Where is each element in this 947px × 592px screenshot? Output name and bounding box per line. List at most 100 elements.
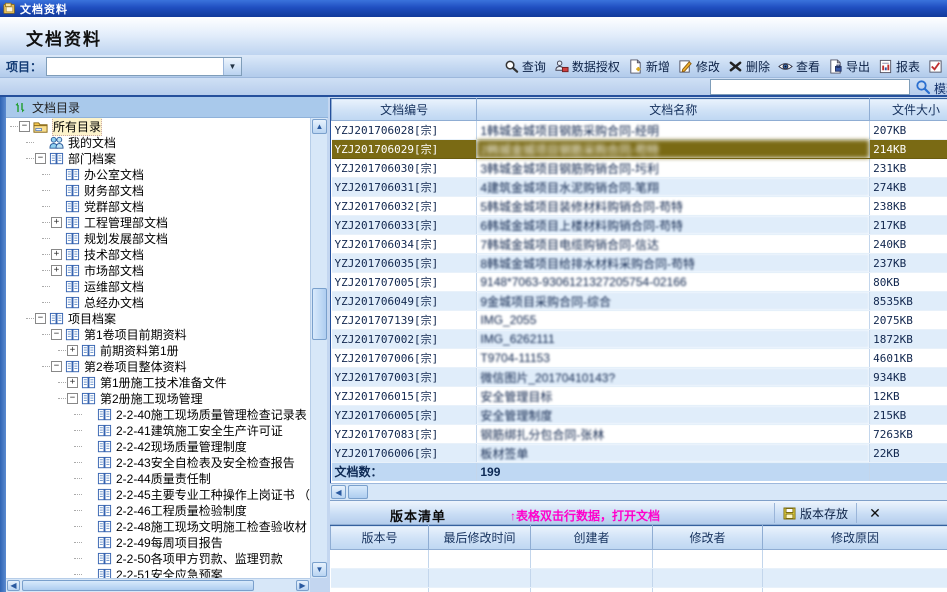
tree-vertical-scrollbar[interactable]: ▲ ▼ <box>310 118 327 578</box>
combo-dropdown-button[interactable]: ▼ <box>223 58 241 75</box>
collapse-minus-icon[interactable]: − <box>35 153 46 164</box>
tree-node-label[interactable]: 党群部文档 <box>84 198 144 215</box>
collapse-minus-icon[interactable]: − <box>67 393 78 404</box>
table-row[interactable]: YZJ201706032[宗]5韩城金城项目装修材料购销合同-苟特238KB王鲜… <box>332 197 947 216</box>
tree-node[interactable]: + 工程管理部文档 <box>6 214 310 230</box>
collapse-minus-icon[interactable]: − <box>35 313 46 324</box>
tree-vscroll-thumb[interactable] <box>312 288 327 340</box>
table-row[interactable]: YZJ201707005[宗]9148*7063-930612132720575… <box>332 273 947 292</box>
tree-node[interactable]: 2-2-43安全自检表及安全检查报告 <box>6 454 310 470</box>
tree-node-label[interactable]: 2-2-43安全自检表及安全检查报告 <box>116 454 295 471</box>
tree-node[interactable]: 运维部文档 <box>6 278 310 294</box>
tree-node-label[interactable]: 我的文档 <box>68 134 116 151</box>
expand-plus-icon[interactable]: + <box>67 377 78 388</box>
tree-horizontal-scrollbar[interactable]: ◀ ▶ <box>6 578 310 592</box>
table-row[interactable]: YZJ201707139[宗]IMG_20552075KB姚婷2017-07-1… <box>332 311 947 330</box>
tree-node-label[interactable]: 第2卷项目整体资料 <box>84 358 187 375</box>
table-row[interactable]: YZJ201706006[宗]板材签单22KB覃佳2017-06-2020 <box>332 444 947 463</box>
tree-node-label[interactable]: 2-2-50各项甲方罚款、监理罚款 <box>116 550 283 567</box>
scroll-down-icon[interactable]: ▼ <box>312 562 327 577</box>
column-header[interactable]: 文档编号 <box>332 99 477 121</box>
expand-plus-icon[interactable]: + <box>67 345 78 356</box>
table-row[interactable]: YZJ201706029[宗]2韩城金城项目钢筋采购合同-苟特214KB王鲜荣2… <box>332 140 947 159</box>
tree-node[interactable]: + 第1册施工技术准备文件 <box>6 374 310 390</box>
tree-node[interactable]: 2-2-49每周项目报告 <box>6 534 310 550</box>
tree-node[interactable]: − 项目档案 <box>6 310 310 326</box>
tree-node[interactable]: 规划发展部文档 <box>6 230 310 246</box>
toolbar-button-8[interactable]: 报表 <box>876 57 922 76</box>
toolbar-button-clipped[interactable] <box>926 58 945 75</box>
expand-plus-icon[interactable]: + <box>51 265 62 276</box>
close-icon[interactable]: ✕ <box>865 504 885 522</box>
column-header[interactable]: 文件大小 <box>870 99 947 121</box>
tree-node-label[interactable]: 2-2-45主要专业工种操作上岗证书 （ <box>116 486 310 503</box>
table-row[interactable]: YZJ201706033[宗]6韩城金城项目上楼材料购销合同-苟特217KB王鲜… <box>332 216 947 235</box>
table-row[interactable]: YZJ201707083[宗]钢筋绑扎分包合同-张林7263KB李天彬2017-… <box>332 425 947 444</box>
tree-node[interactable]: 2-2-45主要专业工种操作上岗证书 （ <box>6 486 310 502</box>
toolbar-button-7[interactable]: 导出 <box>826 57 872 76</box>
tree-node-label[interactable]: 总经办文档 <box>84 294 144 311</box>
tree-node[interactable]: 我的文档 <box>6 134 310 150</box>
collapse-minus-icon[interactable]: − <box>51 361 62 372</box>
toolbar-button-1[interactable]: 查询 <box>502 57 548 76</box>
collapse-minus-icon[interactable]: − <box>19 121 30 132</box>
version-column-header[interactable]: 修改者 <box>653 526 763 550</box>
version-column-header[interactable]: 最后修改时间 <box>429 526 531 550</box>
tree-node[interactable]: 财务部文档 <box>6 182 310 198</box>
tree-node[interactable]: 2-2-46工程质量检验制度 <box>6 502 310 518</box>
toolbar-button-5[interactable]: 删除 <box>726 57 772 76</box>
project-combo-input[interactable] <box>47 58 223 75</box>
column-header[interactable]: 文档名称 <box>477 99 870 121</box>
tree-node[interactable]: −所有目录 <box>6 118 310 134</box>
tree-node[interactable]: 2-2-44质量责任制 <box>6 470 310 486</box>
tree-node-label[interactable]: 2-2-40施工现场质量管理检查记录表 <box>116 406 307 423</box>
tree-node[interactable]: + 技术部文档 <box>6 246 310 262</box>
tree-node-label[interactable]: 2-2-49每周项目报告 <box>116 534 223 551</box>
version-column-header[interactable]: 版本号 <box>331 526 429 550</box>
version-column-header[interactable]: 创建者 <box>531 526 653 550</box>
refresh-icon[interactable] <box>14 101 26 114</box>
tree-node[interactable]: −第1卷项目前期资料 <box>6 326 310 342</box>
tree-node-label[interactable]: 技术部文档 <box>84 246 144 263</box>
table-row[interactable]: YZJ201706034[宗]7韩城金城项目电缆购销合同-信达240KB王鲜荣2… <box>332 235 947 254</box>
version-column-header[interactable]: 修改原因 <box>763 526 947 550</box>
tree-node[interactable]: 2-2-51安全应急预案 <box>6 566 310 578</box>
tree-node-label[interactable]: 工程管理部文档 <box>84 214 168 231</box>
project-combobox[interactable]: ▼ <box>46 57 242 76</box>
tree-node[interactable]: 2-2-40施工现场质量管理检查记录表 <box>6 406 310 422</box>
table-row[interactable]: YZJ201706015[宗]安全管理目标12KB孟和峻2017-06-2220 <box>332 387 947 406</box>
toolbar-button-6[interactable]: 查看 <box>776 57 822 76</box>
tree-node[interactable]: + 市场部文档 <box>6 262 310 278</box>
table-row[interactable]: YZJ201707002[宗]IMG_62621111872KB王熙2017-0… <box>332 330 947 349</box>
version-store-button[interactable]: 版本存放 <box>774 503 857 523</box>
toolbar-button-2[interactable]: 数据授权 <box>552 57 622 76</box>
tree-node-label[interactable]: 市场部文档 <box>84 262 144 279</box>
table-hscroll-thumb[interactable] <box>348 485 368 499</box>
table-row[interactable]: YZJ201706049[宗]9金城项目采购合同-综合8535KB王鲜荣2017… <box>332 292 947 311</box>
table-row[interactable]: YZJ201706028[宗]1韩城金城项目钢筋采购合同-经明207KB王鲜荣2… <box>332 121 947 140</box>
quick-search-input[interactable] <box>710 79 910 95</box>
tree-node[interactable]: 总经办文档 <box>6 294 310 310</box>
tree-node[interactable]: 2-2-41建筑施工安全生产许可证 <box>6 422 310 438</box>
search-icon[interactable] <box>915 79 931 95</box>
tree-node-label[interactable]: 规划发展部文档 <box>84 230 168 247</box>
tree-node-label[interactable]: 第1册施工技术准备文件 <box>100 374 227 391</box>
tree-node-label[interactable]: 2-2-46工程质量检验制度 <box>116 502 247 519</box>
table-row[interactable]: YZJ201706031[宗]4建筑金城项目水泥购销合同-笔翔274KB王鲜荣2… <box>332 178 947 197</box>
tree-node-label[interactable]: 项目档案 <box>68 310 116 327</box>
table-row[interactable]: YZJ201706005[宗]安全管理制度215KB孟和峻2017-06-192… <box>332 406 947 425</box>
tree-node-label[interactable]: 第1卷项目前期资料 <box>84 326 187 343</box>
tree-node[interactable]: 办公室文档 <box>6 166 310 182</box>
table-row[interactable]: YZJ201706030[宗]3韩城金城项目钢筋购销合同-圬利231KB王鲜荣2… <box>332 159 947 178</box>
scroll-left-icon[interactable]: ◀ <box>7 580 20 591</box>
tree-node[interactable]: 党群部文档 <box>6 198 310 214</box>
expand-plus-icon[interactable]: + <box>51 249 62 260</box>
tree-node-label[interactable]: 财务部文档 <box>84 182 144 199</box>
tree-node[interactable]: +前期资料第1册 <box>6 342 310 358</box>
tree-node[interactable]: − 第2卷项目整体资料 <box>6 358 310 374</box>
table-row[interactable]: YZJ201707006[宗]T9704-111534601KB杨映洋2017-… <box>332 349 947 368</box>
expand-plus-icon[interactable]: + <box>51 217 62 228</box>
table-horizontal-scrollbar[interactable]: ◀ <box>330 483 947 500</box>
scroll-right-icon[interactable]: ▶ <box>296 580 309 591</box>
tree-node-label[interactable]: 办公室文档 <box>84 166 144 183</box>
